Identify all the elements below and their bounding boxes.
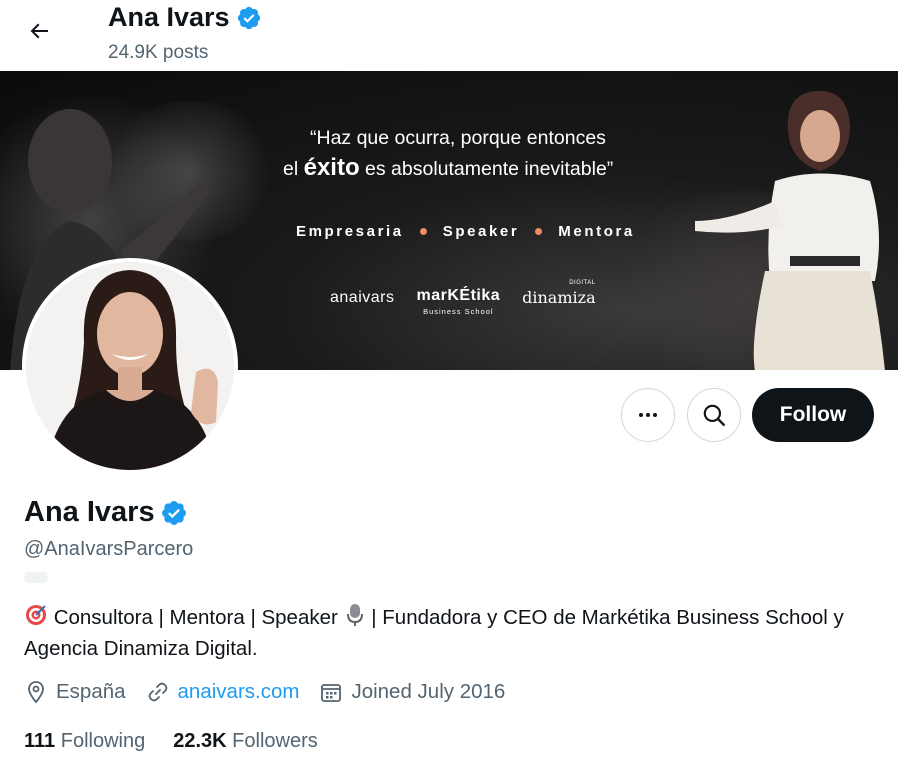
banner-quote: “Haz que ocurra, porque entonces el éxit… [283,123,703,184]
marketika-logo: marKÉtika Business School [416,287,500,316]
role-label: Mentora [558,223,635,240]
following-link[interactable]: 111 Following [24,730,145,753]
location-icon [28,681,44,704]
header-profile-name: Ana Ivars [108,2,262,33]
role-label: Speaker [442,223,520,240]
banner-quote-line1: “Haz que ocurra, porque entonces [310,127,606,149]
back-arrow-icon [30,23,48,39]
following-label: Following [60,730,146,752]
target-emoji-icon [26,605,46,625]
link-icon [148,682,167,702]
quote-suffix: es absolutamente inevitable” [359,158,614,180]
profile-name-text: Ana Ivars [24,496,155,528]
search-button[interactable] [687,388,741,442]
profile-meta: España anaivars.com Joined July 2016 [24,680,525,704]
back-button[interactable] [20,12,58,50]
avatar-portrait-image [26,262,234,470]
dinamiza-logo: DIGITAL dinamiza [522,280,596,307]
role-label: Empresaria [296,223,404,240]
followers-link[interactable]: 22.3K Followers [173,730,318,753]
website-link[interactable]: anaivars.com [178,680,300,704]
location-text: España [56,680,126,703]
role-separator [535,228,543,235]
bio-text-part1: Consultora | Mentora | Speaker [53,606,338,629]
marketika-logo-sub: Business School [423,307,494,316]
followers-count: 22.3K [173,730,227,752]
joined-text: Joined July 2016 [351,680,506,703]
anaivars-logo: anaivars [330,289,395,306]
following-count: 111 [24,730,56,752]
marketika-logo-text: marKÉtika [416,287,501,304]
role-separator [419,228,427,235]
profile-bio: Consultora | Mentora | Speaker | Fundado… [24,602,864,664]
search-icon [703,404,725,426]
profile-avatar[interactable] [22,258,238,474]
microphone-emoji-icon [346,604,363,626]
follow-button[interactable]: Follow [752,388,874,442]
profile-handle: @AnaIvarsParcero [24,538,194,560]
dinamiza-logo-text: dinamiza [522,288,596,307]
banner-logos: anaivars marKÉtika Business School DIGIT… [330,280,596,316]
location-item: España [24,680,126,704]
calendar-icon [321,684,342,702]
quote-bold-word: éxito [303,154,360,181]
avatar-image [26,262,234,470]
follow-stats: 111 Following 22.3K Followers [24,730,346,753]
verified-badge-icon[interactable] [160,499,188,527]
followers-label: Followers [232,730,318,752]
verified-badge-icon [237,6,260,29]
more-icon [639,413,657,417]
header-name-text: Ana Ivars [108,2,230,32]
banner-roles: Empresaria Speaker Mentora [296,223,635,240]
top-bar: Ana Ivars 24.9K posts [0,0,898,70]
banner-speaker-right-image [695,91,885,370]
dinamiza-logo-sup: DIGITAL [569,280,596,286]
quote-prefix: el [283,158,304,180]
placeholder-pill [24,572,48,583]
banner-quote-line2: el éxito es absolutamente inevitable” [283,153,703,184]
website-item[interactable]: anaivars.com [146,680,300,704]
profile-name: Ana Ivars [24,496,188,529]
joined-item: Joined July 2016 [319,680,505,704]
header-posts-count: 24.9K posts [108,42,209,63]
more-button[interactable] [621,388,675,442]
